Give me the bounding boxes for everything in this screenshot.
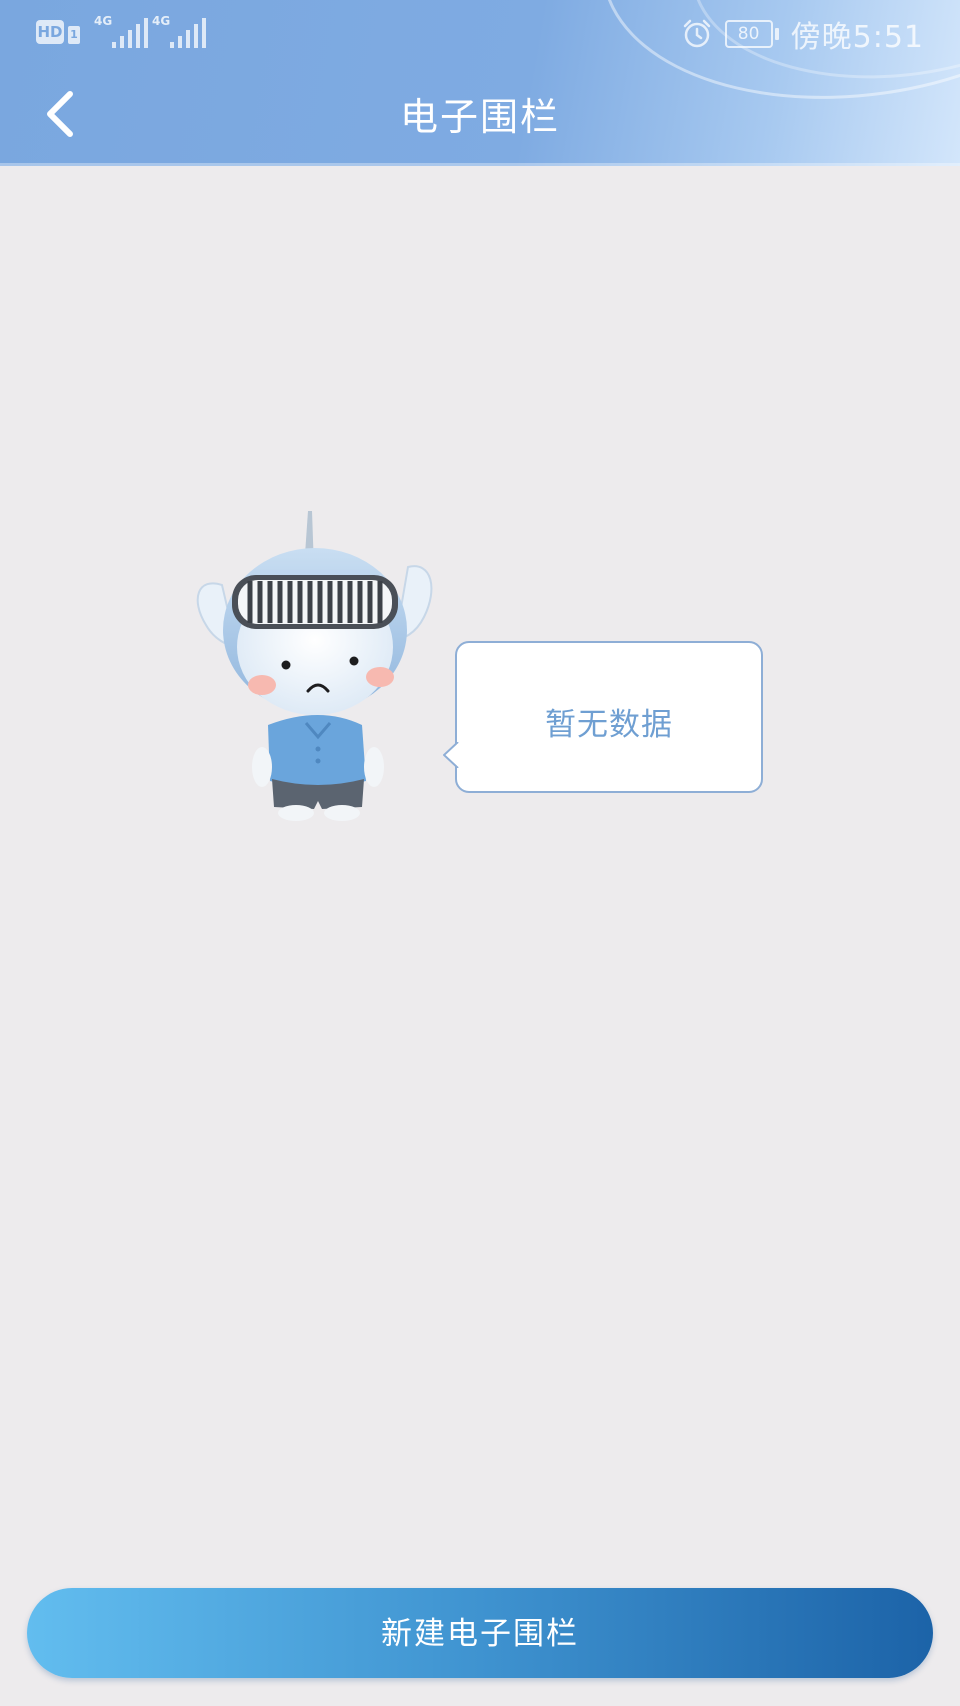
network-type-label: 4G [94,14,113,28]
app-header: HD 1 4G 4G 80 傍晚5:51 电子围栏 [0,0,960,166]
speech-bubble: 暂无数据 [443,641,763,793]
sim-indicator: 1 [68,26,80,44]
hd-voice-icon: HD [36,20,64,44]
new-fence-button[interactable]: 新建电子围栏 [27,1588,933,1678]
empty-state-message: 暂无数据 [545,707,673,743]
status-bar: HD 1 4G 4G 80 傍晚5:51 [0,0,960,66]
battery-tip [774,28,779,40]
status-right-group: 80 傍晚5:51 [681,14,924,55]
header-divider [0,163,960,166]
status-time: 傍晚5:51 [790,20,924,55]
bubble-tail [443,742,459,768]
network-type-label: 4G [152,14,171,28]
battery-icon: 80 [724,20,779,48]
robot-mascot-illustration [196,511,433,821]
signal-bars-icon [170,18,206,48]
battery-level: 80 [724,20,773,48]
page-title: 电子围栏 [399,95,560,139]
alarm-icon [683,19,710,48]
